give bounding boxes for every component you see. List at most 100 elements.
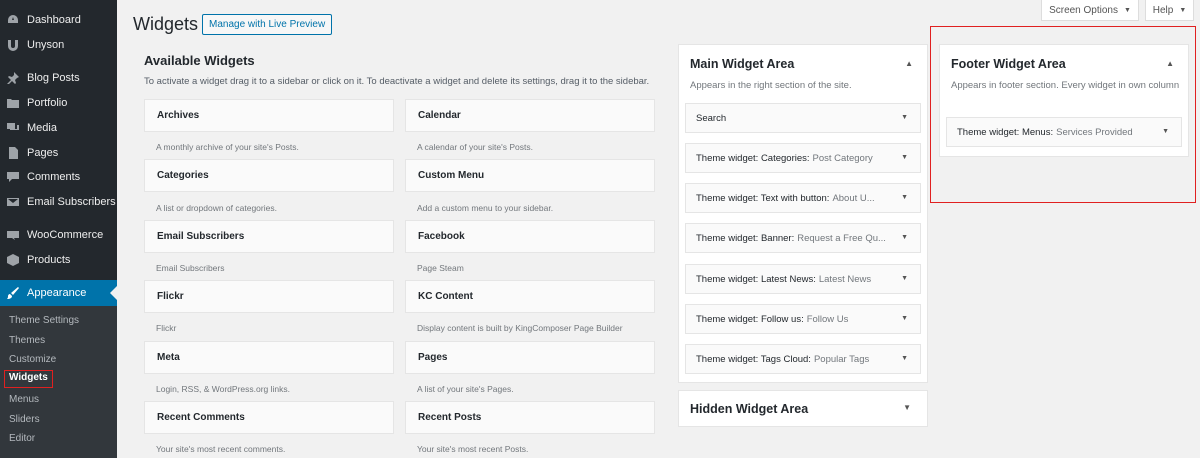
sidebar-item-label: Unyson — [27, 39, 65, 51]
submenu-widgets[interactable]: Widgets — [4, 370, 53, 388]
footer-widget-area-description: Appears in footer section. Every widget … — [951, 80, 1180, 91]
widget-name: Theme widget: Text with button: — [696, 192, 830, 204]
submenu-editor[interactable]: Editor — [9, 432, 35, 446]
widget-description: A calendar of your site's Posts. — [417, 142, 533, 152]
widget-description: Display content is built by KingComposer… — [417, 323, 623, 333]
widget-kc-content[interactable]: KC Content — [405, 280, 655, 313]
sidebar-widget-tags-cloud[interactable]: Theme widget: Tags Cloud: Popular Tags ▼ — [685, 344, 921, 374]
media-icon — [7, 122, 19, 134]
widget-description: Your site's most recent comments. — [156, 444, 286, 454]
widget-name: Theme widget: Banner: — [696, 232, 795, 244]
sidebar-item-label: Blog Posts — [27, 72, 80, 84]
widget-title: Request a Free Qu... — [797, 232, 886, 244]
sidebar-widget-categories[interactable]: Theme widget: Categories: Post Category … — [685, 143, 921, 173]
sidebar-item-unyson[interactable]: Unyson — [0, 34, 117, 56]
folder-icon — [7, 97, 19, 109]
main-widget-area: Main Widget Area ▲ Appears in the right … — [678, 44, 928, 383]
sidebar-item-blog-posts[interactable]: Blog Posts — [0, 67, 117, 89]
expand-arrow-icon[interactable]: ▼ — [901, 275, 908, 282]
widget-archives[interactable]: Archives — [144, 99, 394, 132]
widget-description: Your site's most recent Posts. — [417, 444, 529, 454]
screen-options-label: Screen Options — [1049, 4, 1118, 16]
caret-down-icon: ▼ — [1179, 6, 1187, 14]
email-icon — [7, 196, 19, 208]
submenu-theme-settings[interactable]: Theme Settings — [9, 314, 79, 328]
sidebar-item-email-subscribers[interactable]: Email Subscribers — [0, 191, 117, 213]
unyson-icon — [7, 39, 19, 51]
widget-categories[interactable]: Categories — [144, 159, 394, 192]
sidebar-item-dashboard[interactable]: Dashboard — [0, 9, 117, 31]
widget-meta[interactable]: Meta — [144, 341, 394, 374]
widget-title: Latest News — [818, 273, 872, 285]
screen-options-button[interactable]: Screen Options ▼ — [1041, 0, 1139, 21]
sidebar-widget-text-with-button[interactable]: Theme widget: Text with button: About U.… — [685, 183, 921, 213]
widget-name: Theme widget: Categories: — [696, 152, 810, 164]
hidden-widget-area-title: Hidden Widget Area — [690, 402, 809, 416]
products-icon — [7, 254, 19, 266]
sidebar-item-label: Appearance — [27, 287, 87, 299]
submenu-menus[interactable]: Menus — [9, 393, 39, 407]
sidebar-item-comments[interactable]: Comments — [0, 166, 117, 188]
widget-name: Theme widget: Latest News: — [696, 273, 816, 285]
sidebar-item-label: Products — [27, 254, 71, 266]
widget-name: Theme widget: Follow us: — [696, 313, 804, 325]
help-label: Help — [1152, 4, 1174, 16]
collapse-toggle-icon[interactable]: ▲ — [1166, 59, 1174, 68]
sidebar-widget-menus[interactable]: Theme widget: Menus: Services Provided ▼ — [946, 117, 1182, 147]
sidebar-item-appearance[interactable]: Appearance — [0, 280, 117, 306]
sidebar-item-products[interactable]: Products — [0, 249, 117, 271]
widget-recent-posts[interactable]: Recent Posts — [405, 401, 655, 434]
sidebar-widget-banner[interactable]: Theme widget: Banner: Request a Free Qu.… — [685, 223, 921, 253]
widget-pages[interactable]: Pages — [405, 341, 655, 374]
sidebar-item-pages[interactable]: Pages — [0, 142, 117, 164]
brush-icon — [7, 287, 19, 299]
live-preview-button[interactable]: Manage with Live Preview — [202, 14, 333, 35]
widget-calendar[interactable]: Calendar — [405, 99, 655, 132]
widget-flickr[interactable]: Flickr — [144, 280, 394, 313]
collapse-toggle-icon[interactable]: ▲ — [905, 59, 913, 68]
widget-name: Search — [696, 112, 727, 124]
widget-recent-comments[interactable]: Recent Comments — [144, 401, 394, 434]
hidden-widget-area[interactable]: Hidden Widget Area ▼ — [678, 390, 928, 427]
widget-title: About U... — [832, 192, 875, 204]
widget-name: Theme widget: Menus: — [957, 126, 1054, 138]
expand-arrow-icon[interactable]: ▼ — [1162, 128, 1169, 135]
dashboard-icon — [7, 14, 19, 26]
footer-widget-area-title: Footer Widget Area — [951, 57, 1066, 71]
sidebar-item-label: Media — [27, 122, 57, 134]
expand-arrow-icon[interactable]: ▼ — [901, 114, 908, 121]
woo-icon — [7, 229, 19, 241]
widget-description: Add a custom menu to your sidebar. — [417, 203, 554, 213]
expand-toggle-icon[interactable]: ▼ — [903, 403, 911, 412]
sidebar-widget-search[interactable]: Search ▼ — [685, 103, 921, 133]
sidebar-widget-follow-us[interactable]: Theme widget: Follow us: Follow Us ▼ — [685, 304, 921, 334]
widget-description: Flickr — [156, 323, 177, 333]
pin-icon — [7, 72, 19, 84]
help-button[interactable]: Help ▼ — [1145, 0, 1194, 21]
widget-email-subscribers[interactable]: Email Subscribers — [144, 220, 394, 253]
widget-custom-menu[interactable]: Custom Menu — [405, 159, 655, 192]
appearance-submenu: Theme Settings Themes Customize Widgets … — [0, 306, 117, 458]
sidebar-item-label: WooCommerce — [27, 229, 104, 241]
sidebar-item-portfolio[interactable]: Portfolio — [0, 92, 117, 114]
expand-arrow-icon[interactable]: ▼ — [901, 315, 908, 322]
expand-arrow-icon[interactable]: ▼ — [901, 234, 908, 241]
submenu-sliders[interactable]: Sliders — [9, 413, 40, 427]
page-icon — [7, 147, 19, 159]
expand-arrow-icon[interactable]: ▼ — [901, 194, 908, 201]
expand-arrow-icon[interactable]: ▼ — [901, 355, 908, 362]
widget-description: A list or dropdown of categories. — [156, 203, 277, 213]
sidebar-item-media[interactable]: Media — [0, 117, 117, 139]
widget-description: A list of your site's Pages. — [417, 384, 514, 394]
widget-title: Post Category — [812, 152, 873, 164]
comment-icon — [7, 171, 19, 183]
sidebar-item-label: Pages — [27, 147, 59, 159]
submenu-themes[interactable]: Themes — [9, 334, 45, 348]
widget-description: Login, RSS, & WordPress.org links. — [156, 384, 291, 394]
sidebar-item-woocommerce[interactable]: WooCommerce — [0, 224, 117, 246]
widget-title: Follow Us — [806, 313, 849, 325]
submenu-customize[interactable]: Customize — [9, 353, 56, 367]
expand-arrow-icon[interactable]: ▼ — [901, 154, 908, 161]
widget-facebook[interactable]: Facebook — [405, 220, 655, 253]
sidebar-widget-latest-news[interactable]: Theme widget: Latest News: Latest News ▼ — [685, 264, 921, 294]
